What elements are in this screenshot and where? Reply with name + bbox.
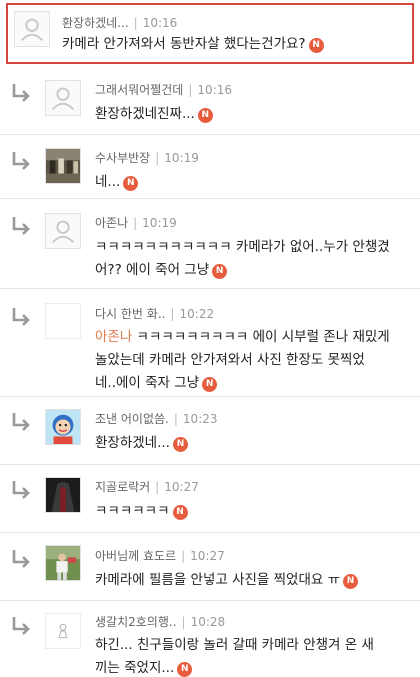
timestamp: 10:16 xyxy=(197,83,232,97)
reply-arrow-icon xyxy=(12,550,30,568)
comment-line: 환장하겠네... xyxy=(95,435,170,451)
comment-meta: 생갈치2호의행.. | 10:28 xyxy=(95,615,226,629)
default-avatar-icon xyxy=(51,87,75,110)
new-badge: N xyxy=(172,437,188,452)
avatar[interactable] xyxy=(45,80,81,116)
new-badge: N xyxy=(308,38,324,53)
timestamp: 10:27 xyxy=(190,549,225,563)
comment-line: 놀았는데 카메라 안가져와서 사진 한장도 못찍었 xyxy=(95,352,365,368)
comment-meta: 지골로락커 | 10:27 xyxy=(95,480,199,494)
cartoon-character-icon xyxy=(46,410,80,444)
comment-text: 하긴... 친구들이랑 놀러 갈때 카메라 안챙겨 온 새 끼는 죽었지... N xyxy=(95,634,374,677)
avatar[interactable] xyxy=(45,409,81,445)
comment-line: ㅋㅋㅋㅋㅋㅋㅋㅋㅋ 에이 시부럴 존나 재밌게 xyxy=(132,329,390,345)
comment-text: ㅋㅋㅋㅋㅋㅋㅋㅋㅋㅋㅋ 카메라가 없어..누가 안챙겼 어?? 에이 죽어 그냥… xyxy=(95,236,390,282)
new-badge: N xyxy=(177,662,193,677)
comment-text: 카메라에 필름을 안넣고 사진을 찍었대요 ㅠN xyxy=(95,569,359,592)
blank-avatar-icon xyxy=(46,304,80,338)
comment-meta: 아존나 | 10:19 xyxy=(95,216,177,230)
author-name[interactable]: 조낸 어이없씀. xyxy=(95,412,169,426)
avatar[interactable] xyxy=(45,477,81,513)
reply-arrow-icon xyxy=(12,84,30,102)
author-name[interactable]: 생갈치2호의행.. xyxy=(95,615,177,629)
comment-meta: 환장하겠네... | 10:16 xyxy=(62,16,178,30)
comment-text: 네... N xyxy=(95,171,139,194)
reply-item[interactable]: 조낸 어이없씀. | 10:23 환장하겠네... N xyxy=(0,396,420,462)
comment-line: ㅋㅋㅋㅋㅋㅋ xyxy=(95,503,170,519)
small-figure-icon xyxy=(46,614,80,648)
new-badge: N xyxy=(172,505,188,520)
comment-text: 환장하겠네진짜... N xyxy=(95,103,213,126)
author-name[interactable]: 다시 한번 화.. xyxy=(95,307,165,321)
comment-line: 환장하겠네진짜... xyxy=(95,106,195,122)
author-name[interactable]: 그래서뭐어쩔건데 xyxy=(95,83,183,97)
comment-text: 아존나 ㅋㅋㅋㅋㅋㅋㅋㅋㅋ 에이 시부럴 존나 재밌게 놀았는데 카메라 안가져… xyxy=(95,326,390,395)
comment-meta: 다시 한번 화.. | 10:22 xyxy=(95,307,215,321)
reply-item[interactable]: 아버님께 효도르 | 10:27 카메라에 필름을 안넣고 사진을 찍었대요 ㅠN xyxy=(0,532,420,598)
reply-item[interactable]: 그래서뭐어쩔건데 | 10:16 환장하겠네진짜... N xyxy=(0,66,420,132)
avatar[interactable] xyxy=(45,303,81,339)
reply-arrow-icon xyxy=(12,481,30,499)
author-name[interactable]: 아버님께 효도르 xyxy=(95,549,176,563)
reply-item[interactable]: 아존나 | 10:19 ㅋㅋㅋㅋㅋㅋㅋㅋㅋㅋㅋ 카메라가 없어..누가 안챙겼 어?… xyxy=(0,198,420,286)
timestamp: 10:22 xyxy=(179,307,215,321)
comment-list: 환장하겠네... | 10:16 카메라 안가져와서 동반자살 했다는건가요? N 그… xyxy=(0,0,420,677)
comment-line: 끼는 죽었지... xyxy=(95,660,175,676)
reply-arrow-icon xyxy=(12,617,30,635)
new-badge: N xyxy=(202,377,218,392)
dark-figure-icon xyxy=(46,478,80,512)
reply-arrow-icon xyxy=(12,413,30,431)
comment-text: 환장하겠네... N xyxy=(95,432,188,455)
comment-line: 카메라 안가져와서 동반자살 했다는건가요? xyxy=(62,36,306,52)
comment-item-highlighted[interactable]: 환장하겠네... | 10:16 카메라 안가져와서 동반자살 했다는건가요? N xyxy=(6,3,414,64)
timestamp: 10:16 xyxy=(142,16,178,30)
timestamp: 10:28 xyxy=(190,615,226,629)
avatar[interactable] xyxy=(45,148,81,184)
comment-meta: 수사부반장 | 10:19 xyxy=(95,151,199,165)
reply-arrow-icon xyxy=(12,152,30,170)
timestamp: 10:23 xyxy=(182,412,218,426)
comment-line: 카메라에 필름을 안넣고 사진을 찍었대요 ㅠ xyxy=(95,572,341,588)
comment-meta: 조낸 어이없씀. | 10:23 xyxy=(95,412,218,426)
reply-arrow-icon xyxy=(12,308,30,326)
new-badge: N xyxy=(123,176,139,191)
reply-item[interactable]: 수사부반장 | 10:19 네... N xyxy=(0,134,420,196)
author-name[interactable]: 아존나 xyxy=(95,216,128,230)
mention-link[interactable]: 아존나 xyxy=(95,329,132,345)
group-photo-icon xyxy=(46,149,80,183)
timestamp: 10:27 xyxy=(164,480,199,494)
default-avatar-icon xyxy=(20,18,44,41)
comment-text: ㅋㅋㅋㅋㅋㅋ N xyxy=(95,500,188,523)
comment-meta: 그래서뭐어쩔건데 | 10:16 xyxy=(95,83,232,97)
avatar[interactable] xyxy=(45,613,81,649)
comment-text: 카메라 안가져와서 동반자살 했다는건가요? N xyxy=(62,33,324,56)
author-name[interactable]: 수사부반장 xyxy=(95,151,150,165)
comment-line: 하긴... 친구들이랑 놀러 갈때 카메라 안챙겨 온 새 xyxy=(95,637,374,653)
reply-item[interactable]: 지골로락커 | 10:27 ㅋㅋㅋㅋㅋㅋ N xyxy=(0,464,420,530)
comment-meta: 아버님께 효도르 | 10:27 xyxy=(95,549,225,563)
reply-item[interactable]: 다시 한번 화.. | 10:22 아존나 ㅋㅋㅋㅋㅋㅋㅋㅋㅋ 에이 시부럴 존나 … xyxy=(0,288,420,394)
reply-arrow-icon xyxy=(12,217,30,235)
default-avatar-icon xyxy=(51,220,75,243)
comment-line: 네..에이 죽자 그냥 xyxy=(95,375,200,391)
new-badge: N xyxy=(343,574,359,589)
author-name[interactable]: 지골로락커 xyxy=(95,480,150,494)
comment-line: 네... xyxy=(95,174,121,190)
comment-line: ㅋㅋㅋㅋㅋㅋㅋㅋㅋㅋㅋ 카메라가 없어..누가 안챙겼 xyxy=(95,239,390,255)
avatar[interactable] xyxy=(14,11,50,47)
timestamp: 10:19 xyxy=(164,151,199,165)
timestamp: 10:19 xyxy=(142,216,177,230)
avatar[interactable] xyxy=(45,545,81,581)
reply-item[interactable]: 생갈치2호의행.. | 10:28 하긴... 친구들이랑 놀러 갈때 카메라 안챙… xyxy=(0,600,420,677)
comment-line: 어?? 에이 죽어 그냥 xyxy=(95,262,210,278)
avatar[interactable] xyxy=(45,213,81,249)
new-badge: N xyxy=(212,264,228,279)
player-photo-icon xyxy=(46,546,80,580)
new-badge: N xyxy=(197,108,213,123)
author-name[interactable]: 환장하겠네... xyxy=(62,16,129,30)
